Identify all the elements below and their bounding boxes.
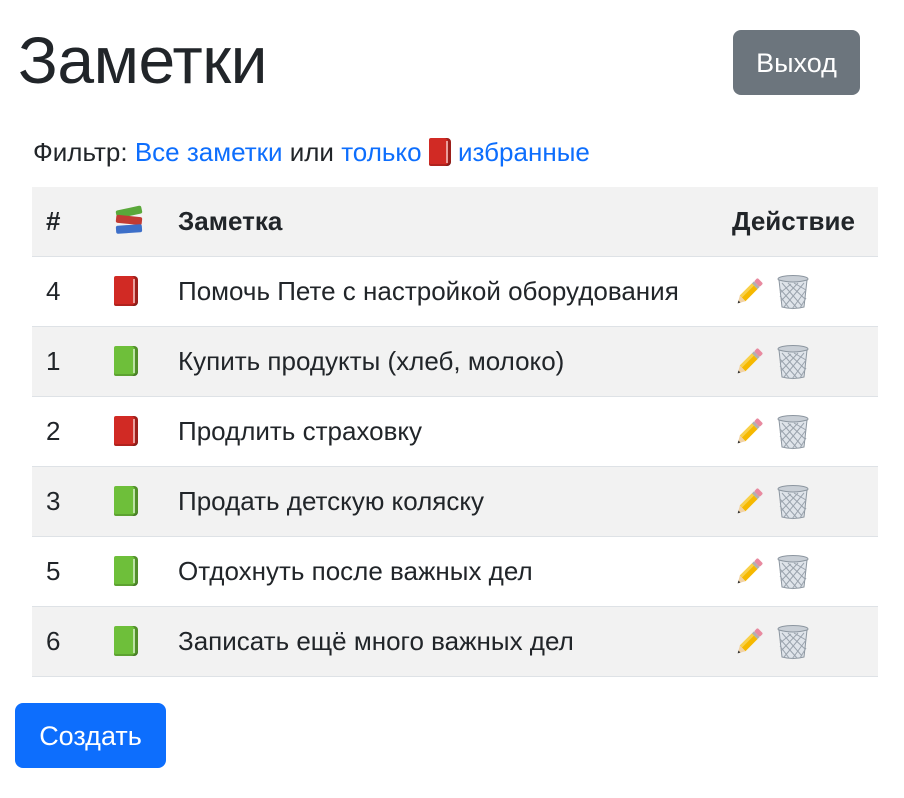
row-number: 3 [32, 466, 114, 537]
table-row: 6 Записать ещё много важных дел [32, 606, 878, 677]
filter-all-link[interactable]: Все заметки [135, 137, 283, 167]
filter-favorites-link[interactable]: избранные [458, 137, 590, 167]
pencil-icon[interactable] [732, 555, 766, 589]
red-book-icon [114, 415, 138, 446]
notes-page: Заметки Выход Фильтр: Все заметки или то… [0, 0, 904, 798]
row-number: 6 [32, 606, 114, 677]
row-actions [732, 326, 878, 397]
row-book-cell [114, 536, 178, 607]
table-header-row: # Заметка Действие [32, 187, 878, 257]
filter-or-text: или [289, 137, 334, 167]
row-note-text: Купить продукты (хлеб, молоко) [178, 326, 732, 397]
table-row: 4 Помочь Пете с настройкой оборудования [32, 256, 878, 327]
header-action: Действие [732, 187, 878, 257]
wastebasket-icon[interactable] [776, 554, 810, 590]
green-book-icon [114, 625, 138, 656]
notes-table: # Заметка Действие 4 Помочь Пете с настро… [32, 187, 878, 677]
row-actions [732, 536, 878, 607]
row-note-text: Отдохнуть после важных дел [178, 536, 732, 607]
row-actions [732, 256, 878, 327]
row-actions [732, 606, 878, 677]
row-note-text: Продать детскую коляску [178, 466, 732, 537]
table-row: 2 Продлить страховку [32, 396, 878, 467]
row-note-text: Помочь Пете с настройкой оборудования [178, 256, 732, 327]
row-note-text: Записать ещё много важных дел [178, 606, 732, 677]
pencil-icon[interactable] [732, 625, 766, 659]
row-actions [732, 396, 878, 467]
row-number: 2 [32, 396, 114, 467]
row-actions [732, 466, 878, 537]
row-number: 4 [32, 256, 114, 327]
wastebasket-icon[interactable] [776, 274, 810, 310]
logout-button[interactable]: Выход [733, 30, 860, 95]
table-row: 5 Отдохнуть после важных дел [32, 536, 878, 607]
header-note: Заметка [178, 187, 732, 257]
page-title: Заметки [18, 23, 267, 97]
row-number: 5 [32, 536, 114, 607]
wastebasket-icon[interactable] [776, 624, 810, 660]
pencil-icon[interactable] [732, 275, 766, 309]
filter-only-link[interactable]: только [341, 137, 421, 167]
wastebasket-icon[interactable] [776, 484, 810, 520]
header-number: # [32, 187, 114, 257]
row-book-cell [114, 326, 178, 397]
wastebasket-icon[interactable] [776, 414, 810, 450]
red-book-icon [114, 275, 138, 306]
green-book-icon [114, 345, 138, 376]
row-book-cell [114, 606, 178, 677]
filter-label: Фильтр: [33, 137, 128, 167]
row-book-cell [114, 256, 178, 327]
row-note-text: Продлить страховку [178, 396, 732, 467]
green-book-icon [114, 485, 138, 516]
pencil-icon[interactable] [732, 485, 766, 519]
row-number: 1 [32, 326, 114, 397]
books-icon [114, 205, 144, 236]
table-row: 1 Купить продукты (хлеб, молоко) [32, 326, 878, 397]
red-book-icon [428, 138, 451, 166]
row-book-cell [114, 466, 178, 537]
wastebasket-icon[interactable] [776, 344, 810, 380]
create-button[interactable]: Создать [15, 703, 166, 768]
notes-table-body: 4 Помочь Пете с настройкой оборудования 1 К… [32, 256, 878, 677]
pencil-icon[interactable] [732, 415, 766, 449]
table-row: 3 Продать детскую коляску [32, 466, 878, 537]
row-book-cell [114, 396, 178, 467]
header-books-cell [114, 187, 178, 257]
green-book-icon [114, 555, 138, 586]
pencil-icon[interactable] [732, 345, 766, 379]
filter-bar: Фильтр: Все заметки или только избранные [33, 132, 590, 172]
